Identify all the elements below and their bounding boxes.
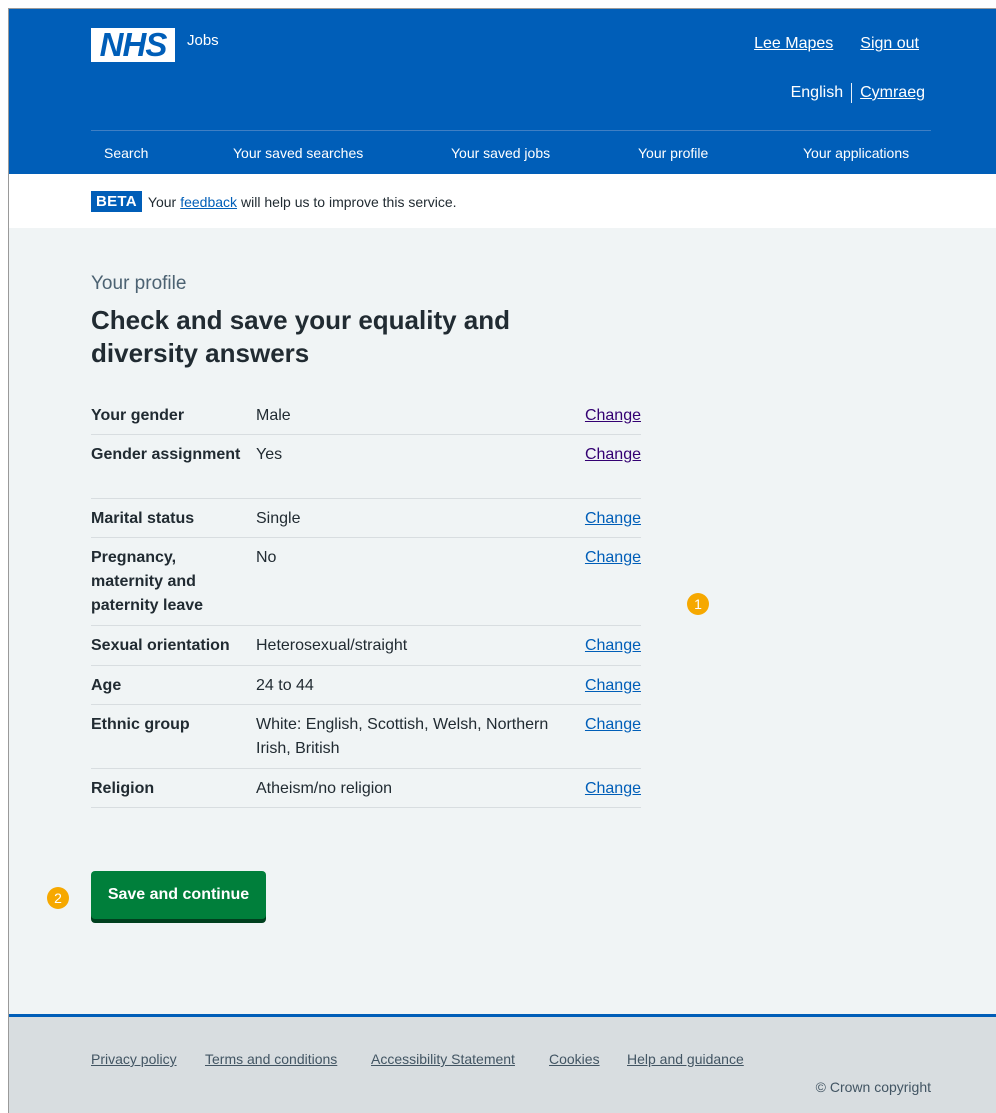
current-language: English bbox=[790, 84, 844, 101]
change-sexual-orientation-link[interactable]: Change bbox=[585, 634, 641, 658]
feedback-link[interactable]: feedback bbox=[180, 194, 237, 210]
change-ethnic-group-link[interactable]: Change bbox=[585, 713, 641, 737]
summary-row-age: Age 24 to 44 Change bbox=[91, 666, 641, 705]
summary-row-marital-status: Marital status Single Change bbox=[91, 499, 641, 538]
change-gender-assignment-link[interactable]: Change bbox=[585, 443, 641, 467]
beta-text-after: will help us to improve this service. bbox=[241, 193, 457, 210]
account-links: Lee Mapes Sign out bbox=[754, 35, 919, 53]
summary-value: Single bbox=[256, 510, 301, 527]
nav-saved-jobs[interactable]: Your saved jobs bbox=[451, 145, 550, 161]
summary-row-pregnancy: Pregnancy, maternity and paternity leave… bbox=[91, 538, 641, 626]
summary-value: White: English, Scottish, Welsh, Norther… bbox=[256, 716, 549, 757]
summary-value: Male bbox=[256, 407, 291, 424]
beta-text-before: Your bbox=[147, 193, 177, 210]
summary-key: Marital status bbox=[91, 510, 195, 527]
page-title: Check and save your equality and diversi… bbox=[91, 305, 511, 368]
nhs-logo: NHS bbox=[91, 28, 175, 62]
nhs-jobs-home-link[interactable]: NHS Jobs bbox=[91, 28, 219, 62]
beta-banner: BETA Your feedback will help us to impro… bbox=[9, 174, 996, 228]
save-and-continue-button[interactable]: Save and continue bbox=[91, 871, 266, 919]
summary-row-gender-assignment: Gender assignment Yes Change bbox=[91, 435, 641, 499]
change-gender-link[interactable]: Change bbox=[585, 404, 641, 428]
summary-key: Religion bbox=[91, 780, 155, 797]
language-cymraeg-link[interactable]: Cymraeg bbox=[860, 84, 925, 102]
user-account-link[interactable]: Lee Mapes bbox=[754, 35, 833, 53]
nav-your-applications[interactable]: Your applications bbox=[803, 145, 909, 161]
summary-value: Yes bbox=[256, 446, 283, 463]
summary-key: Gender assignment bbox=[91, 446, 241, 463]
language-switcher: English Cymraeg bbox=[791, 83, 925, 103]
summary-row-religion: Religion Atheism/no religion Change bbox=[91, 769, 641, 808]
browser-frame: NHS Jobs Lee Mapes Sign out English Cymr… bbox=[8, 8, 996, 1113]
sign-out-link[interactable]: Sign out bbox=[860, 35, 919, 53]
summary-value: Atheism/no religion bbox=[256, 780, 393, 797]
primary-navigation: Search Your saved searches Your saved jo… bbox=[91, 131, 931, 174]
crown-copyright: © Crown copyright bbox=[815, 1079, 931, 1095]
change-age-link[interactable]: Change bbox=[585, 674, 641, 698]
summary-value: No bbox=[256, 549, 277, 566]
summary-list: Your gender Male Change Gender assignmen… bbox=[91, 396, 641, 808]
site-footer: Privacy policy Terms and conditions Acce… bbox=[9, 1014, 996, 1113]
footer-help-link[interactable]: Help and guidance bbox=[627, 1051, 744, 1067]
footer-cookies-link[interactable]: Cookies bbox=[549, 1051, 600, 1067]
nav-your-profile[interactable]: Your profile bbox=[638, 145, 708, 161]
summary-key: Age bbox=[91, 677, 122, 694]
summary-value: Heterosexual/straight bbox=[256, 637, 408, 654]
service-name: Jobs bbox=[187, 31, 219, 49]
summary-row-gender: Your gender Male Change bbox=[91, 396, 641, 435]
language-divider bbox=[851, 83, 853, 103]
summary-key: Your gender bbox=[91, 407, 185, 424]
change-religion-link[interactable]: Change bbox=[585, 777, 641, 801]
beta-tag: BETA bbox=[91, 191, 142, 212]
page-caption: Your profile bbox=[91, 273, 187, 294]
step-marker-1: 1 bbox=[687, 593, 709, 615]
summary-row-ethnic-group: Ethnic group White: English, Scottish, W… bbox=[91, 705, 641, 769]
summary-key: Pregnancy, maternity and paternity leave bbox=[91, 549, 204, 614]
nav-search[interactable]: Search bbox=[104, 145, 148, 161]
footer-accessibility-link[interactable]: Accessibility Statement bbox=[371, 1051, 515, 1067]
change-pregnancy-link[interactable]: Change bbox=[585, 546, 641, 570]
footer-privacy-policy-link[interactable]: Privacy policy bbox=[91, 1051, 177, 1067]
summary-value: 24 to 44 bbox=[256, 677, 314, 694]
step-marker-2: 2 bbox=[47, 887, 69, 909]
nav-saved-searches[interactable]: Your saved searches bbox=[233, 145, 363, 161]
summary-row-sexual-orientation: Sexual orientation Heterosexual/straight… bbox=[91, 626, 641, 666]
summary-key: Ethnic group bbox=[91, 716, 190, 733]
summary-key: Sexual orientation bbox=[91, 637, 230, 654]
change-marital-status-link[interactable]: Change bbox=[585, 507, 641, 531]
site-header: NHS Jobs Lee Mapes Sign out English Cymr… bbox=[9, 9, 996, 174]
footer-terms-link[interactable]: Terms and conditions bbox=[205, 1051, 337, 1067]
